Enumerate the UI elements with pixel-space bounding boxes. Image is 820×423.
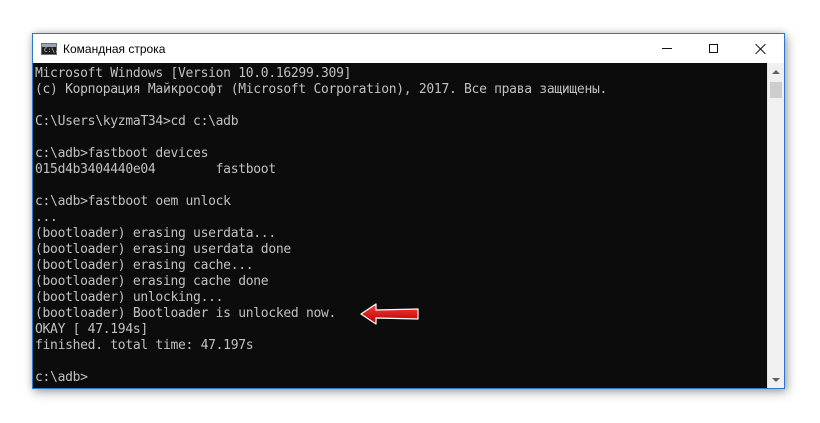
cmd-window: C:\. Командная строка Microsoft Windows … (32, 33, 785, 389)
arrow-down-icon (772, 377, 780, 382)
console-line: (bootloader) erasing userdata done (35, 242, 291, 257)
window-title: Командная строка (63, 41, 166, 56)
maximize-button[interactable] (690, 34, 737, 63)
close-icon (755, 43, 767, 55)
minimize-icon (661, 48, 672, 49)
console-output[interactable]: Microsoft Windows [Version 10.0.16299.30… (33, 63, 767, 388)
title-bar[interactable]: C:\. Командная строка (33, 34, 784, 63)
minimize-button[interactable] (643, 34, 690, 63)
vertical-scrollbar[interactable] (767, 63, 784, 388)
console-line: 015d4b3404440e04 fastboot (35, 162, 276, 177)
red-arrow-icon (360, 303, 419, 325)
cmd-app-icon: C:\. (41, 42, 59, 55)
console-line: (bootloader) erasing cache done (35, 274, 269, 289)
console-line: C:\Users\kyzmaT34>cd c:\adb (35, 114, 239, 129)
scroll-down-button[interactable] (768, 371, 784, 388)
scroll-up-button[interactable] (768, 63, 784, 80)
console-line: (bootloader) erasing userdata... (35, 226, 276, 241)
console-line: (с) Корпорация Майкрософт (Microsoft Cor… (35, 82, 608, 97)
console-prompt[interactable]: c:\adb> (35, 370, 767, 386)
console-line: Microsoft Windows [Version 10.0.16299.30… (35, 66, 352, 81)
console-line: finished. total time: 47.197s (35, 338, 254, 353)
arrow-up-icon (772, 69, 780, 74)
console-line: c:\adb>fastboot devices (35, 146, 209, 161)
console-line: c:\adb>fastboot oem unlock (35, 194, 231, 209)
close-button[interactable] (737, 34, 784, 63)
cmd-app-icon-text: C:\. (44, 46, 59, 54)
scroll-thumb[interactable] (770, 82, 782, 98)
console-line: ... (35, 210, 58, 225)
maximize-icon (709, 44, 718, 53)
console-line: (bootloader) erasing cache... (35, 258, 254, 273)
